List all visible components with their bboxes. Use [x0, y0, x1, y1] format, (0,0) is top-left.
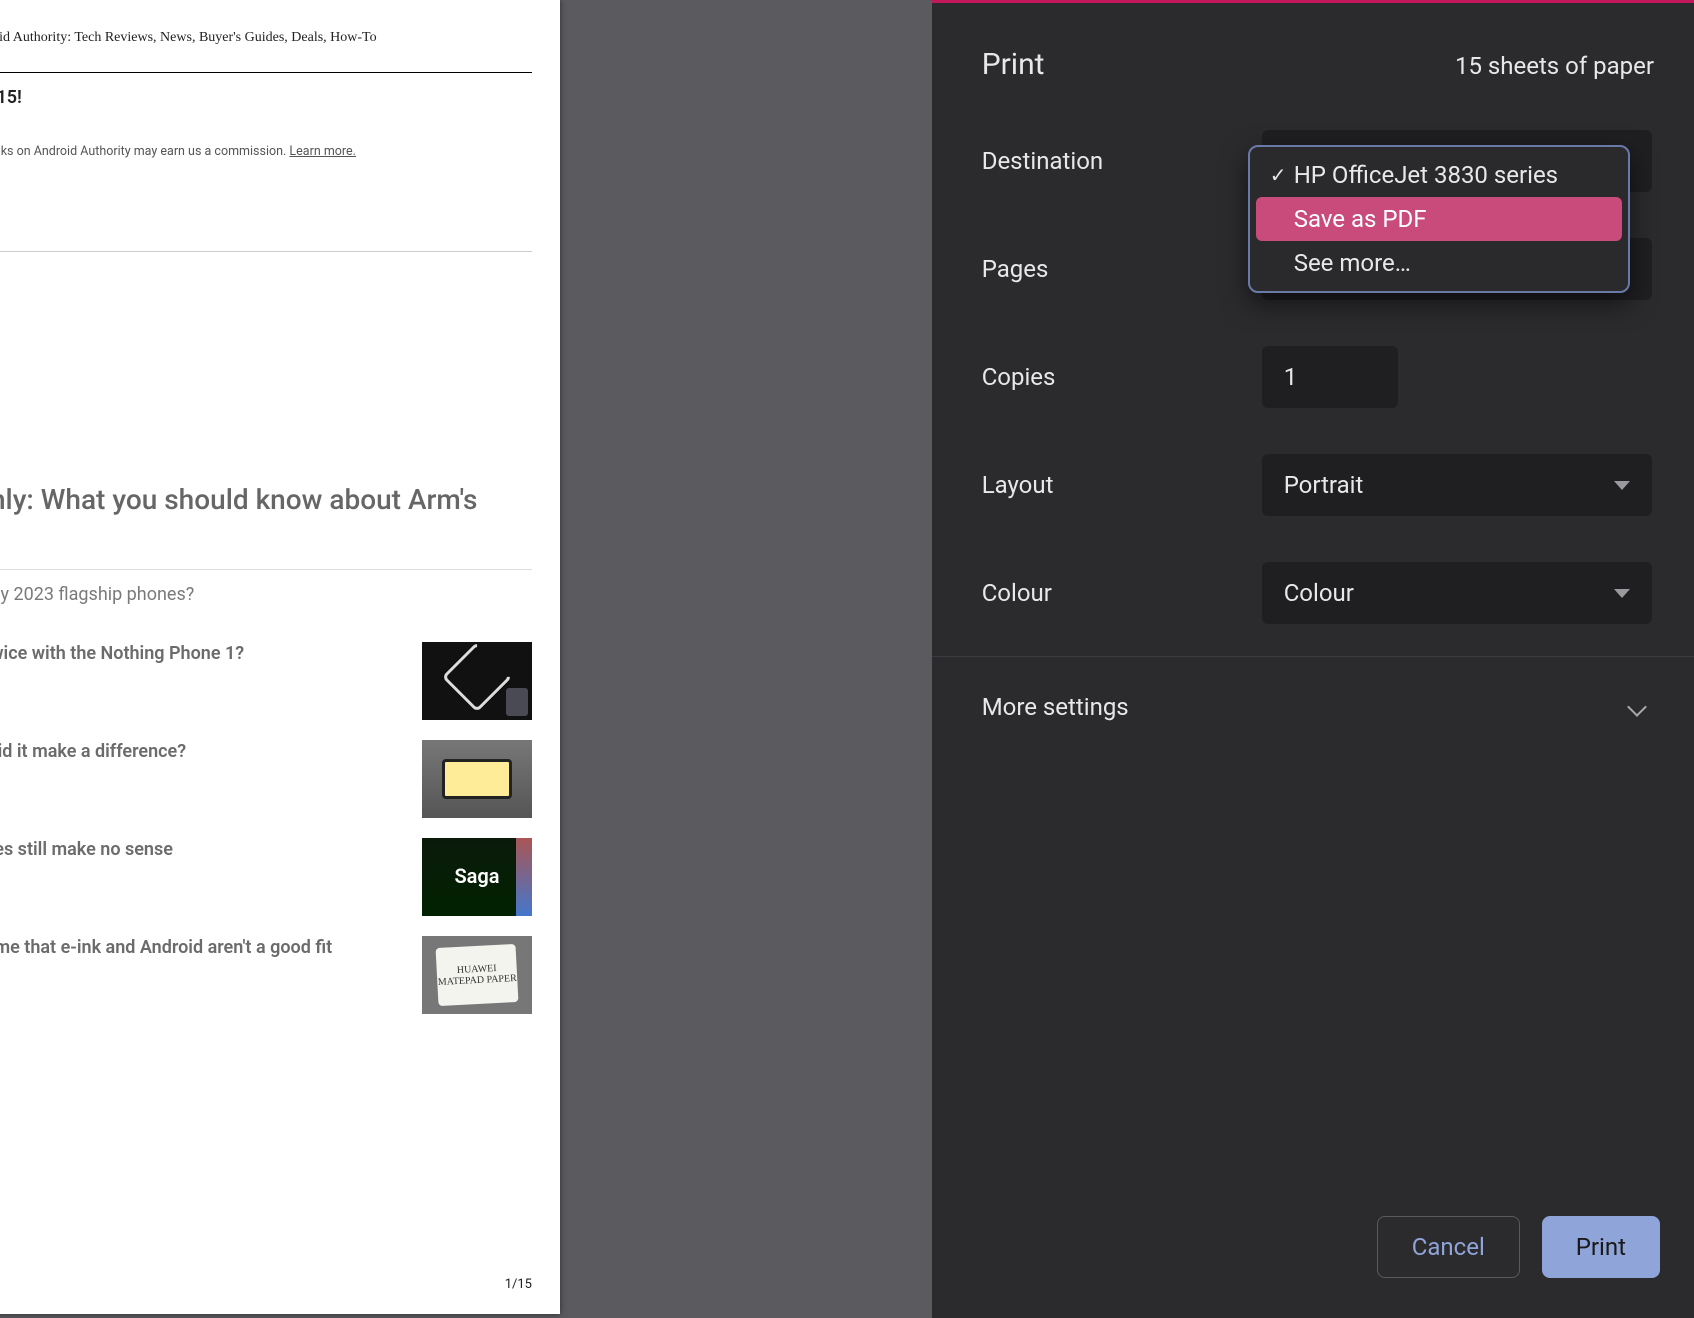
row-colour: Colour Colour [982, 562, 1654, 624]
article-title: ooling fan to my phone — did it make a d… [0, 740, 408, 763]
destination-dropdown: ✓ HP OfficeJet 3830 series Save as PDF S… [1248, 145, 1630, 293]
article-byline: i [0, 665, 408, 682]
article-byline: i [0, 763, 408, 780]
lead-sub: expect ray-traced, 64-bit-only 2023 flag… [0, 570, 560, 605]
dropdown-option-save-pdf[interactable]: Save as PDF [1256, 197, 1622, 241]
thumb-label: Saga [454, 865, 499, 888]
layout-value: Portrait [1284, 471, 1364, 499]
article-row: Pei make lightning strike twice with the… [0, 622, 560, 720]
more-settings-toggle[interactable]: More settings [932, 657, 1694, 757]
colour-select[interactable]: Colour [1262, 562, 1652, 624]
thumb-label: HUAWEI MATEPAD PAPER [436, 944, 519, 1006]
lead-headline: cing and 64-bit only: What you should kn… [0, 252, 560, 555]
article-title: Matepad Paper convinced me that e-ink an… [0, 936, 408, 959]
article-thumb [422, 642, 532, 720]
label-pages: Pages [982, 255, 1262, 283]
article-byline: ede [0, 861, 408, 878]
preview-page: Android Authority: Tech Reviews, News, B… [0, 0, 560, 1314]
label-colour: Colour [982, 579, 1262, 607]
layout-select[interactable]: Portrait [1262, 454, 1652, 516]
cancel-button[interactable]: Cancel [1377, 1216, 1520, 1278]
preview-footer: uthority.com 1/15 [0, 1277, 532, 1292]
action-bar: Cancel Print [932, 1216, 1694, 1318]
option-label: Save as PDF [1294, 205, 1427, 233]
article-row: ooling fan to my phone — did it make a d… [0, 720, 560, 818]
preview-header: Android Authority: Tech Reviews, News, B… [0, 0, 560, 46]
copies-value: 1 [1284, 363, 1298, 391]
copies-input[interactable]: 1 [1262, 346, 1398, 408]
option-label: See more… [1294, 249, 1411, 277]
panel-title: Print [982, 47, 1045, 82]
learn-more-link: Learn more. [289, 144, 356, 159]
disclaimer-text: Links on Android Authority may earn us a… [0, 144, 289, 159]
promo-banner: bile: Get a family plan for $15! [0, 73, 560, 108]
label-copies: Copies [982, 363, 1262, 391]
chevron-down-icon [1627, 697, 1647, 717]
dropdown-option-see-more[interactable]: See more… [1256, 241, 1622, 285]
article-row: Matepad Paper convinced me that e-ink an… [0, 916, 560, 1014]
row-copies: Copies 1 [982, 346, 1654, 408]
article-byline: y [0, 959, 408, 976]
check-icon: ✓ [1270, 163, 1294, 187]
sheet-count: 15 sheets of paper [1455, 52, 1654, 80]
article-thumb [422, 740, 532, 818]
more-settings-label: More settings [982, 693, 1129, 721]
label-destination: Destination [982, 147, 1262, 175]
article-thumb: HUAWEI MATEPAD PAPER [422, 936, 532, 1014]
page-counter: 1/15 [505, 1277, 532, 1292]
print-preview-pane: Android Authority: Tech Reviews, News, B… [0, 0, 932, 1318]
chevron-down-icon [1614, 481, 1630, 490]
print-panel: Print 15 sheets of paper Destination Pag… [932, 0, 1694, 1318]
option-label: HP OfficeJet 3830 series [1294, 161, 1558, 189]
print-button[interactable]: Print [1542, 1216, 1660, 1278]
article-title: Pei make lightning strike twice with the… [0, 642, 408, 665]
article-thumb: Saga [422, 838, 532, 916]
row-layout: Layout Portrait [982, 454, 1654, 516]
lead-byline: s [0, 605, 560, 622]
article-title: and blockchain smartphones still make no… [0, 838, 408, 861]
affiliate-disclaimer: Links on Android Authority may earn us a… [0, 108, 560, 159]
colour-value: Colour [1284, 579, 1354, 607]
panel-head: Print 15 sheets of paper [982, 47, 1654, 82]
dropdown-option-hp-printer[interactable]: ✓ HP OfficeJet 3830 series [1256, 153, 1622, 197]
article-row: and blockchain smartphones still make no… [0, 818, 560, 916]
label-layout: Layout [982, 471, 1262, 499]
chevron-down-icon [1614, 589, 1630, 598]
